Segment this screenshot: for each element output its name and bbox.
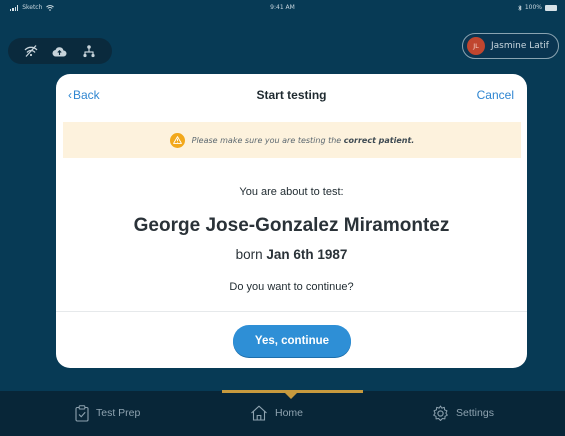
warning-emphasis: correct patient. (343, 135, 415, 145)
tab-test-prep[interactable]: Test Prep (75, 401, 140, 425)
tab-settings-label: Settings (456, 407, 494, 419)
status-time: 9:41 AM (270, 4, 295, 11)
tab-settings[interactable]: Settings (432, 401, 494, 425)
warning-text: Please make sure you are testing the cor… (192, 136, 415, 145)
user-name: Jasmine Latif (491, 41, 549, 51)
home-icon (251, 405, 267, 421)
user-menu-button[interactable]: JL Jasmine Latif (462, 33, 559, 59)
battery-icon (545, 4, 557, 11)
active-tab-caret (284, 392, 298, 399)
tab-home[interactable]: Home (250, 401, 303, 425)
start-testing-modal: ‹ Back Start testing Cancel Please make … (56, 74, 527, 368)
warning-prefix: Please make sure you are testing the (191, 135, 342, 145)
born-prefix: born (235, 247, 263, 262)
tab-home-label: Home (275, 407, 304, 419)
battery-percent: 100% (524, 4, 542, 11)
sync-toolbar (8, 38, 112, 64)
status-bar: Sketch 9:41 AM 100% (0, 0, 565, 18)
wifi-off-icon[interactable] (21, 41, 41, 61)
born-date: Jan 6th 1987 (266, 247, 348, 262)
gear-icon (433, 405, 448, 421)
about-to-test-text: You are about to test: (239, 186, 344, 198)
cloud-upload-icon[interactable] (50, 41, 70, 61)
patient-birthdate: born Jan 6th 1987 (56, 247, 527, 262)
warning-icon (169, 132, 185, 148)
network-icon[interactable] (79, 41, 99, 61)
divider (56, 311, 527, 312)
avatar: JL (467, 37, 485, 55)
cancel-button[interactable]: Cancel (477, 88, 514, 102)
modal-header: ‹ Back Start testing Cancel (56, 74, 527, 118)
bluetooth-icon (518, 4, 522, 11)
status-right: 100% (518, 4, 557, 11)
continue-button[interactable]: Yes, continue (233, 325, 351, 357)
continue-question: Do you want to continue? (229, 281, 354, 293)
patient-name: George Jose-Gonzalez Miramontez (133, 215, 450, 236)
clipboard-check-icon (75, 404, 89, 422)
patient-warning-banner: Please make sure you are testing the cor… (63, 122, 521, 158)
tab-test-prep-label: Test Prep (96, 407, 141, 419)
app-background: Sketch 9:41 AM 100% JL Jasmine Latif ‹ B… (0, 0, 565, 436)
modal-title: Start testing (256, 88, 327, 102)
